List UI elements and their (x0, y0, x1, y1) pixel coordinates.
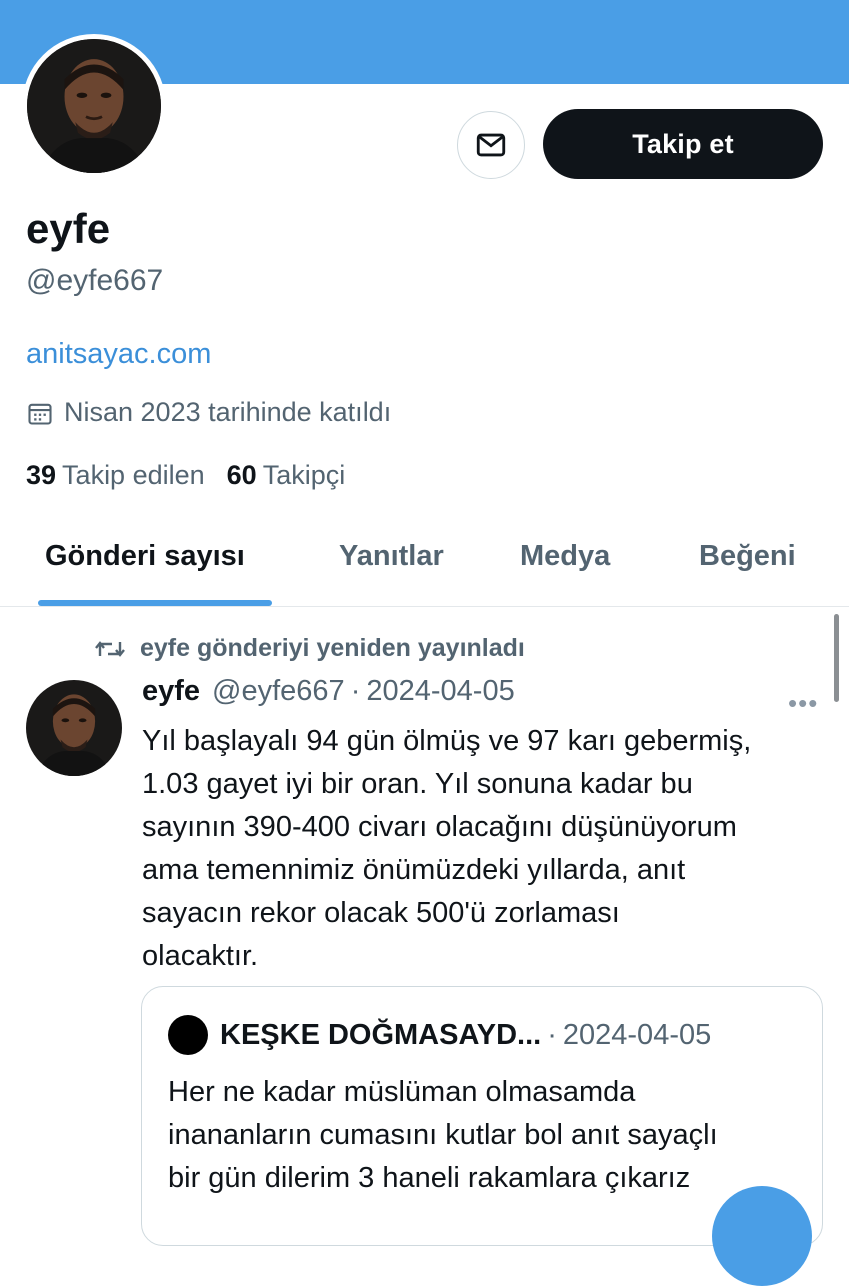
follow-button[interactable]: Takip et (543, 109, 823, 179)
tweet-author-avatar[interactable] (26, 680, 122, 776)
profile-tabs: Gönderi sayısı Yanıtlar Medya Beğeni (0, 520, 849, 607)
followers-label: Takipçi (262, 460, 346, 490)
avatar-face-icon (26, 680, 122, 776)
quoted-author-name: KEŞKE DOĞMASAYD... (220, 1018, 542, 1051)
tab-replies[interactable]: Yanıtlar (339, 540, 444, 573)
following-count: 39 (26, 460, 57, 490)
compose-fab[interactable] (712, 1186, 812, 1286)
profile-name: eyfe (26, 205, 111, 252)
quoted-tweet-text: Her ne kadar müslüman olmasamda inananla… (168, 1076, 718, 1194)
retweet-icon (95, 640, 125, 657)
avatar-image (27, 39, 161, 173)
message-button[interactable] (457, 111, 525, 179)
quoted-tweet-date: 2024-04-05 (562, 1018, 712, 1051)
envelope-icon (476, 133, 506, 157)
scrollbar[interactable] (834, 614, 839, 702)
tweet-date[interactable]: 2024-04-05 (366, 675, 514, 708)
profile-handle: @eyfe667 (26, 264, 164, 297)
separator-dot: · (547, 1018, 557, 1051)
active-tab-indicator (38, 600, 272, 606)
following-link[interactable]: 39 Takip edilen (26, 460, 205, 491)
quoted-author-avatar (168, 1015, 208, 1055)
more-icon[interactable]: ••• (788, 688, 818, 719)
retweet-context[interactable]: eyfe gönderiyi yeniden yayınladı (94, 634, 525, 663)
calendar-icon (28, 403, 52, 425)
profile-website-link[interactable]: anitsayac.com (26, 338, 211, 371)
avatar-face-icon (27, 39, 161, 173)
tweet-author-handle[interactable]: @eyfe667 (212, 675, 345, 708)
quoted-tweet-header: KEŞKE DOĞMASAYD... · 2024-04-05 (168, 1015, 711, 1055)
separator-dot: · (350, 675, 361, 707)
joined-date: Nisan 2023 tarihinde katıldı (26, 397, 391, 428)
tweet-header: eyfe @eyfe667 · 2024-04-05 (142, 675, 515, 708)
followers-link[interactable]: 60 Takipçi (227, 460, 346, 491)
tweet-text: Yıl başlayalı 94 gün ölmüş ve 97 karı ge… (142, 725, 752, 972)
profile-stats: 39 Takip edilen 60 Takipçi (26, 460, 345, 491)
following-label: Takip edilen (62, 460, 205, 490)
tab-media[interactable]: Medya (520, 540, 610, 573)
joined-label: Nisan 2023 tarihinde katıldı (64, 397, 392, 427)
tab-likes[interactable]: Beğeni (699, 540, 796, 573)
tweet-author-name[interactable]: eyfe (142, 675, 200, 708)
profile-avatar[interactable] (22, 34, 166, 178)
followers-count: 60 (226, 460, 257, 490)
tab-posts[interactable]: Gönderi sayısı (45, 540, 245, 573)
retweet-label: eyfe gönderiyi yeniden yayınladı (140, 634, 525, 662)
